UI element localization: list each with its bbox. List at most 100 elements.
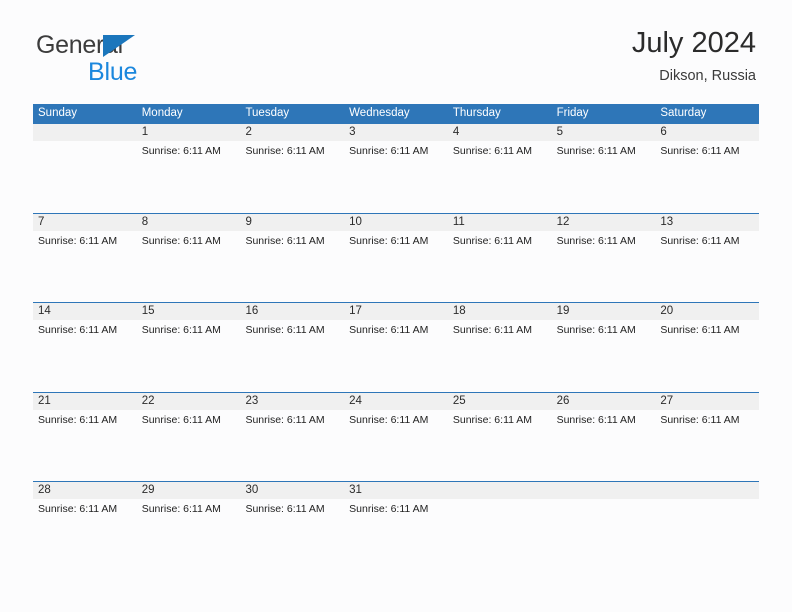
- sunrise-text: [552, 499, 656, 519]
- day-number[interactable]: 28: [33, 482, 137, 499]
- day-number[interactable]: 4: [448, 124, 552, 141]
- weekday-header-thursday: Thursday: [452, 107, 501, 119]
- sunrise-text: Sunrise: 6:11 AM: [452, 324, 533, 337]
- weekday-header-tuesday: Tuesday: [245, 107, 290, 119]
- sunrise-text: [33, 141, 137, 161]
- week-row: 7 8 9 10 11 12 13 Sunrise: 6:11 AM Sunri…: [33, 212, 759, 303]
- day-number[interactable]: 7: [33, 214, 137, 231]
- day-number[interactable]: 16: [240, 303, 344, 320]
- day-event-band: Sunrise: 6:11 AM Sunrise: 6:11 AM Sunris…: [33, 410, 759, 430]
- day-number[interactable]: 9: [240, 214, 344, 231]
- day-number-band: 7 8 9 10 11 12 13: [33, 213, 759, 231]
- page-header: General Blue July 2024 Dikson, Russia: [36, 26, 756, 94]
- sunrise-text: Sunrise: 6:11 AM: [38, 413, 118, 426]
- day-number[interactable]: [655, 482, 759, 499]
- day-event-band: Sunrise: 6:11 AM Sunrise: 6:11 AM Sunris…: [33, 141, 759, 161]
- day-number[interactable]: 29: [137, 482, 241, 499]
- sunrise-text: Sunrise: 6:11 AM: [245, 145, 325, 157]
- day-number[interactable]: 18: [448, 303, 552, 320]
- sunrise-text: Sunrise: 6:11 AM: [38, 234, 118, 247]
- day-number[interactable]: [33, 124, 137, 141]
- day-number[interactable]: 2: [240, 124, 344, 141]
- sunrise-text: Sunrise: 6:11 AM: [660, 413, 740, 426]
- calendar-grid: Sunday Monday Tuesday Wednesday Thursday…: [33, 104, 759, 571]
- weekday-header-monday: Monday: [141, 107, 183, 119]
- day-number[interactable]: 6: [655, 124, 759, 141]
- sunrise-text: Sunrise: 6:11 AM: [245, 324, 325, 337]
- sunrise-text: Sunrise: 6:11 AM: [660, 234, 740, 247]
- weekday-header-friday: Friday: [556, 107, 589, 119]
- day-number[interactable]: 25: [448, 393, 552, 410]
- day-number[interactable]: [448, 482, 552, 499]
- day-number[interactable]: 26: [552, 393, 656, 410]
- day-number-band: 1 2 3 4 5 6: [33, 124, 759, 141]
- day-number[interactable]: 24: [344, 393, 448, 410]
- sunrise-text: Sunrise: 6:11 AM: [556, 234, 636, 247]
- sunrise-text: Sunrise: 6:11 AM: [349, 234, 429, 247]
- sunrise-text: Sunrise: 6:11 AM: [556, 413, 636, 426]
- week-row: 28 29 30 31 Sunrise: 6:11 AM Sunrise: 6:…: [33, 481, 759, 571]
- sunrise-text: Sunrise: 6:11 AM: [556, 145, 636, 157]
- sunrise-text: Sunrise: 6:11 AM: [245, 234, 325, 247]
- week-row: 21 22 23 24 25 26 27 Sunrise: 6:11 AM Su…: [33, 391, 759, 482]
- day-number[interactable]: 21: [33, 393, 137, 410]
- day-number[interactable]: 31: [344, 482, 448, 499]
- day-number[interactable]: 12: [552, 214, 656, 231]
- sunrise-text: Sunrise: 6:11 AM: [660, 324, 740, 337]
- day-number[interactable]: 17: [344, 303, 448, 320]
- sunrise-text: Sunrise: 6:11 AM: [349, 145, 429, 157]
- sunrise-text: Sunrise: 6:11 AM: [141, 324, 221, 337]
- day-number[interactable]: 14: [33, 303, 137, 320]
- weekday-header-row: Sunday Monday Tuesday Wednesday Thursday…: [33, 104, 759, 123]
- day-number[interactable]: 20: [655, 303, 759, 320]
- sunrise-text: Sunrise: 6:11 AM: [38, 503, 118, 516]
- sunrise-text: [448, 499, 552, 519]
- week-row: 1 2 3 4 5 6 Sunrise: 6:11 AM Sunrise: 6:…: [33, 123, 759, 213]
- sunrise-text: Sunrise: 6:11 AM: [245, 413, 325, 426]
- sunrise-text: Sunrise: 6:11 AM: [141, 503, 221, 516]
- logo-blue-label: Blue: [88, 58, 138, 86]
- sunrise-text: Sunrise: 6:11 AM: [141, 234, 221, 247]
- page-subtitle: Dikson, Russia: [659, 68, 756, 84]
- day-number[interactable]: 15: [137, 303, 241, 320]
- day-number[interactable]: 8: [137, 214, 241, 231]
- day-number[interactable]: 22: [137, 393, 241, 410]
- sunrise-text: [655, 499, 759, 519]
- week-row: 14 15 16 17 18 19 20 Sunrise: 6:11 AM Su…: [33, 302, 759, 392]
- weekday-header-sunday: Sunday: [38, 107, 78, 119]
- page-title: July 2024: [631, 27, 756, 59]
- sunrise-text: Sunrise: 6:11 AM: [141, 145, 221, 157]
- day-event-band: Sunrise: 6:11 AM Sunrise: 6:11 AM Sunris…: [33, 499, 759, 519]
- day-number[interactable]: 23: [240, 393, 344, 410]
- weekday-header-wednesday: Wednesday: [349, 107, 410, 119]
- sunrise-text: Sunrise: 6:11 AM: [245, 503, 325, 516]
- sunrise-text: Sunrise: 6:11 AM: [349, 324, 429, 337]
- triangle-icon: [103, 35, 135, 57]
- sunrise-text: Sunrise: 6:11 AM: [38, 324, 118, 337]
- day-number-band: 14 15 16 17 18 19 20: [33, 303, 759, 321]
- day-number[interactable]: 10: [344, 214, 448, 231]
- day-number[interactable]: 30: [240, 482, 344, 499]
- sunrise-text: Sunrise: 6:11 AM: [556, 324, 636, 337]
- day-number[interactable]: [552, 482, 656, 499]
- sunrise-text: Sunrise: 6:11 AM: [452, 234, 533, 247]
- sunrise-text: Sunrise: 6:11 AM: [349, 413, 429, 426]
- day-number[interactable]: 11: [448, 214, 552, 231]
- logo[interactable]: General Blue: [36, 32, 246, 92]
- weekday-header-saturday: Saturday: [660, 107, 707, 119]
- sunrise-text: Sunrise: 6:11 AM: [349, 503, 429, 516]
- day-number[interactable]: 1: [137, 124, 241, 141]
- day-number[interactable]: 3: [344, 124, 448, 141]
- sunrise-text: Sunrise: 6:11 AM: [452, 145, 533, 157]
- title-block: July 2024 Dikson, Russia: [632, 26, 756, 86]
- day-number[interactable]: 19: [552, 303, 656, 320]
- calendar-page: General Blue July 2024 Dikson, Russia Su…: [0, 0, 792, 612]
- day-number[interactable]: 13: [655, 214, 759, 231]
- day-number[interactable]: 5: [552, 124, 656, 141]
- sunrise-text: Sunrise: 6:11 AM: [141, 413, 221, 426]
- day-number-band: 21 22 23 24 25 26 27: [33, 392, 759, 410]
- sunrise-text: Sunrise: 6:11 AM: [452, 413, 533, 426]
- day-number[interactable]: 27: [655, 393, 759, 410]
- sunrise-text: Sunrise: 6:11 AM: [660, 145, 740, 157]
- day-number-band: 28 29 30 31: [33, 482, 759, 500]
